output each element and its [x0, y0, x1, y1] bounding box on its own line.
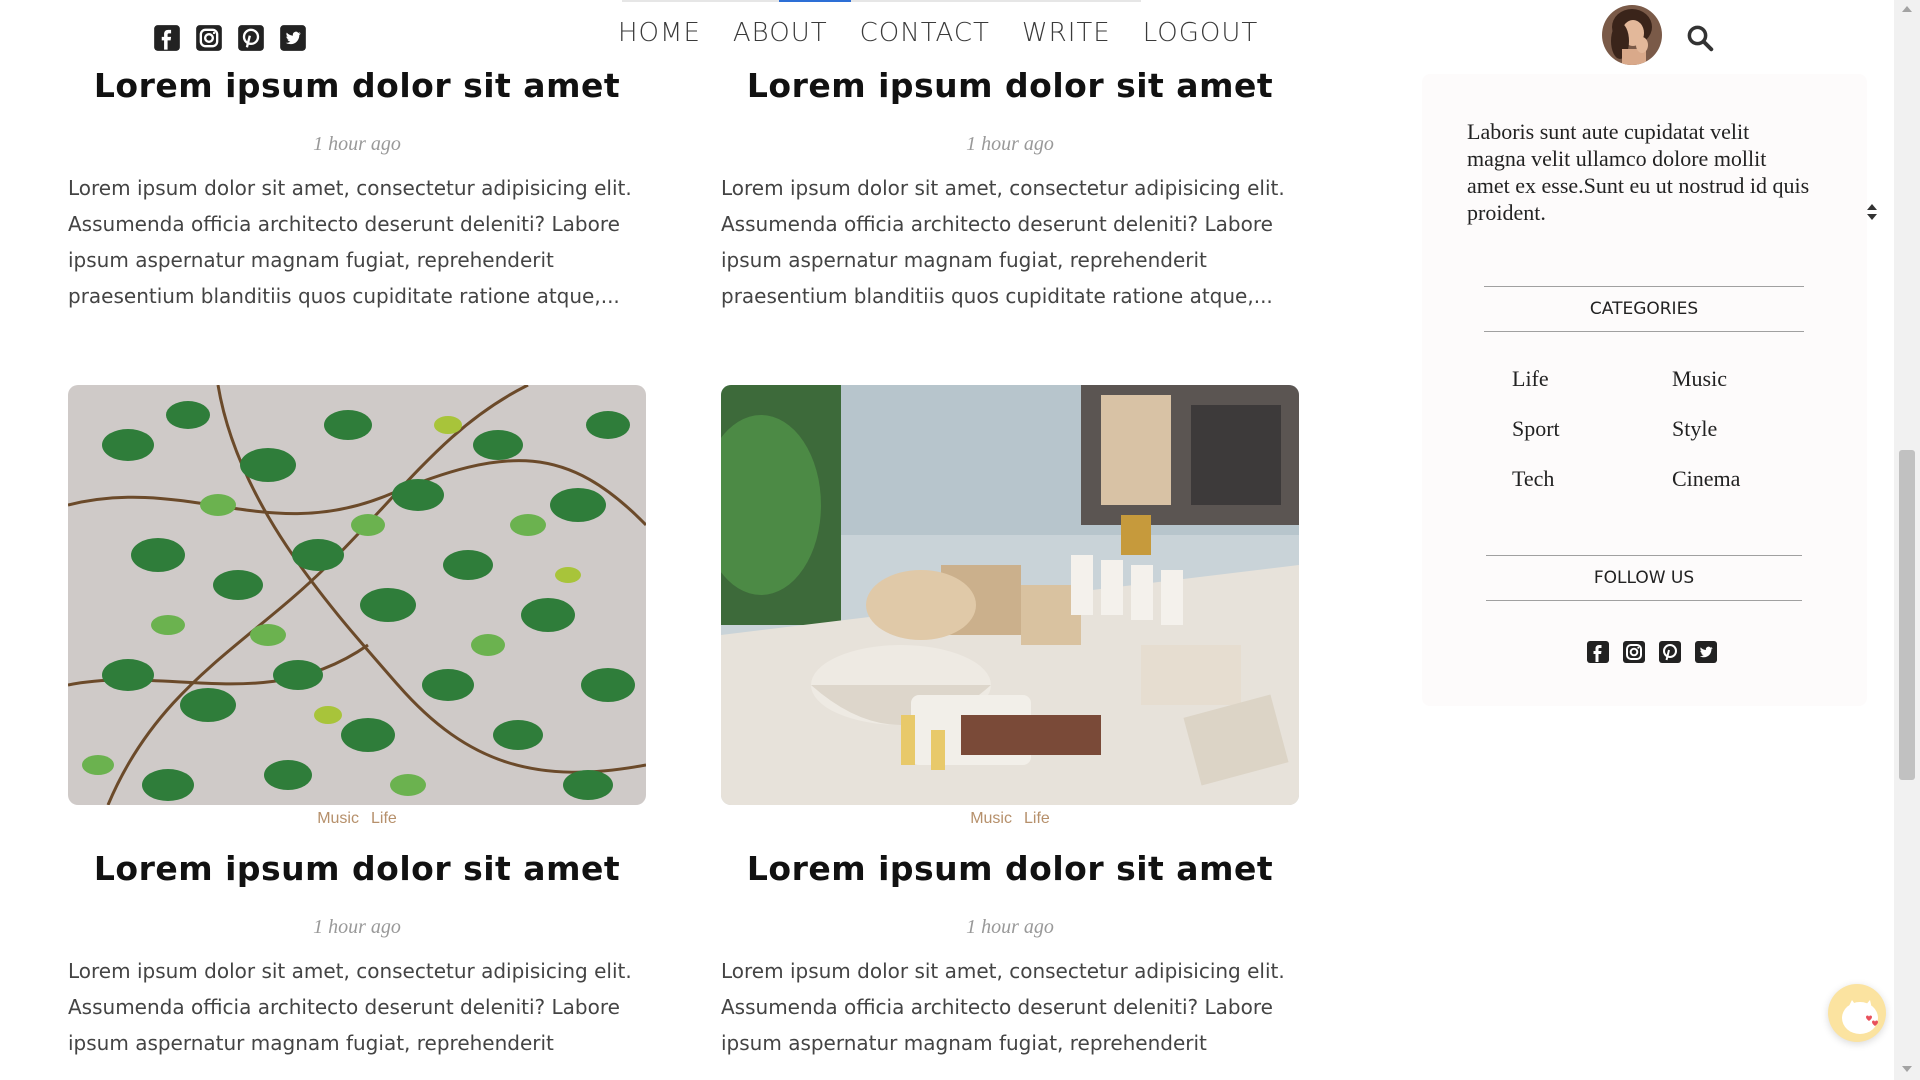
top-social-links	[153, 24, 307, 52]
post-date: 1 hour ago	[966, 916, 1054, 938]
sidebar-about-text: Laboris sunt aute cupidatat velit magna …	[1467, 119, 1810, 225]
sidebar-category-item[interactable]: Style	[1672, 414, 1812, 444]
sidebar-categories-title: CATEGORIES	[1484, 286, 1804, 332]
pinterest-icon[interactable]	[1658, 640, 1682, 664]
post-title[interactable]: Lorem ipsum dolor sit amet	[721, 849, 1299, 888]
nav-progress-fill	[779, 0, 851, 2]
post-categories: Music Life	[68, 810, 646, 832]
scroll-down-icon[interactable]	[1902, 1066, 1912, 1072]
nav-progress-bar	[622, 0, 1141, 2]
page-scrollbar[interactable]	[1894, 0, 1920, 1080]
avatar[interactable]	[1602, 5, 1662, 65]
instagram-icon[interactable]	[1622, 640, 1646, 664]
post-title[interactable]: Lorem ipsum dolor sit amet	[68, 66, 646, 105]
nav-contact[interactable]: CONTACT	[860, 18, 990, 48]
post-title[interactable]: Lorem ipsum dolor sit amet	[68, 849, 646, 888]
post-card: Lorem ipsum dolor sit amet 1 hour ago Lo…	[68, 66, 646, 314]
post-date: 1 hour ago	[313, 133, 401, 155]
post-categories: Music Life	[721, 810, 1299, 832]
search-icon[interactable]	[1685, 23, 1715, 53]
post-description: Lorem ipsum dolor sit amet, consectetur …	[68, 176, 632, 308]
post-description: Lorem ipsum dolor sit amet, consectetur …	[68, 959, 632, 1055]
twitter-icon[interactable]	[1694, 640, 1718, 664]
nav-write[interactable]: WRITE	[1022, 18, 1111, 48]
post-card: Music Life Lorem ipsum dolor sit amet 1 h…	[68, 385, 646, 1061]
sidebar-category-item[interactable]: Life	[1512, 364, 1672, 394]
twitter-icon[interactable]	[279, 24, 307, 52]
post-card: Lorem ipsum dolor sit amet 1 hour ago Lo…	[721, 66, 1299, 314]
sidebar-category-item[interactable]: Sport	[1512, 414, 1672, 444]
post-date: 1 hour ago	[313, 916, 401, 938]
chat-widget-button[interactable]	[1828, 984, 1886, 1042]
post-description: Lorem ipsum dolor sit amet, consectetur …	[721, 176, 1285, 308]
top-bar: HOME ABOUT CONTACT WRITE LOGOUT	[0, 0, 1894, 70]
sidebar-category-item[interactable]: Tech	[1512, 464, 1672, 494]
sidebar-category-item[interactable]: Cinema	[1672, 464, 1812, 494]
sidebar-follow-title: FOLLOW US	[1486, 555, 1802, 601]
main-nav: HOME ABOUT CONTACT WRITE LOGOUT	[618, 18, 1258, 48]
sidebar-category-item[interactable]: Music	[1672, 364, 1812, 394]
facebook-icon[interactable]	[1586, 640, 1610, 664]
sidebar-category-list: Life Music Sport Style Tech Cinema	[1512, 364, 1812, 494]
nav-logout[interactable]: LOGOUT	[1143, 18, 1259, 48]
nav-home[interactable]: HOME	[618, 18, 701, 48]
post-category[interactable]: Music	[970, 810, 1012, 827]
post-category[interactable]: Life	[371, 810, 397, 827]
instagram-icon[interactable]	[195, 24, 223, 52]
pinterest-icon[interactable]	[237, 24, 265, 52]
scroll-up-icon[interactable]	[1902, 6, 1912, 12]
chat-mascot-icon	[1842, 1000, 1878, 1034]
sidebar-social-links	[1586, 640, 1718, 664]
post-description: Lorem ipsum dolor sit amet, consectetur …	[721, 959, 1285, 1055]
post-category[interactable]: Life	[1024, 810, 1050, 827]
post-category[interactable]: Music	[317, 810, 359, 827]
post-image[interactable]	[68, 385, 646, 805]
post-image[interactable]	[721, 385, 1299, 805]
post-title[interactable]: Lorem ipsum dolor sit amet	[721, 66, 1299, 105]
scrollbar-thumb[interactable]	[1899, 450, 1915, 780]
sidebar: Laboris sunt aute cupidatat velit magna …	[1422, 74, 1867, 706]
nav-about[interactable]: ABOUT	[733, 18, 828, 48]
facebook-icon[interactable]	[153, 24, 181, 52]
post-card: Music Life Lorem ipsum dolor sit amet 1 h…	[721, 385, 1299, 1061]
post-date: 1 hour ago	[966, 133, 1054, 155]
resize-handle-icon[interactable]	[1864, 200, 1880, 224]
